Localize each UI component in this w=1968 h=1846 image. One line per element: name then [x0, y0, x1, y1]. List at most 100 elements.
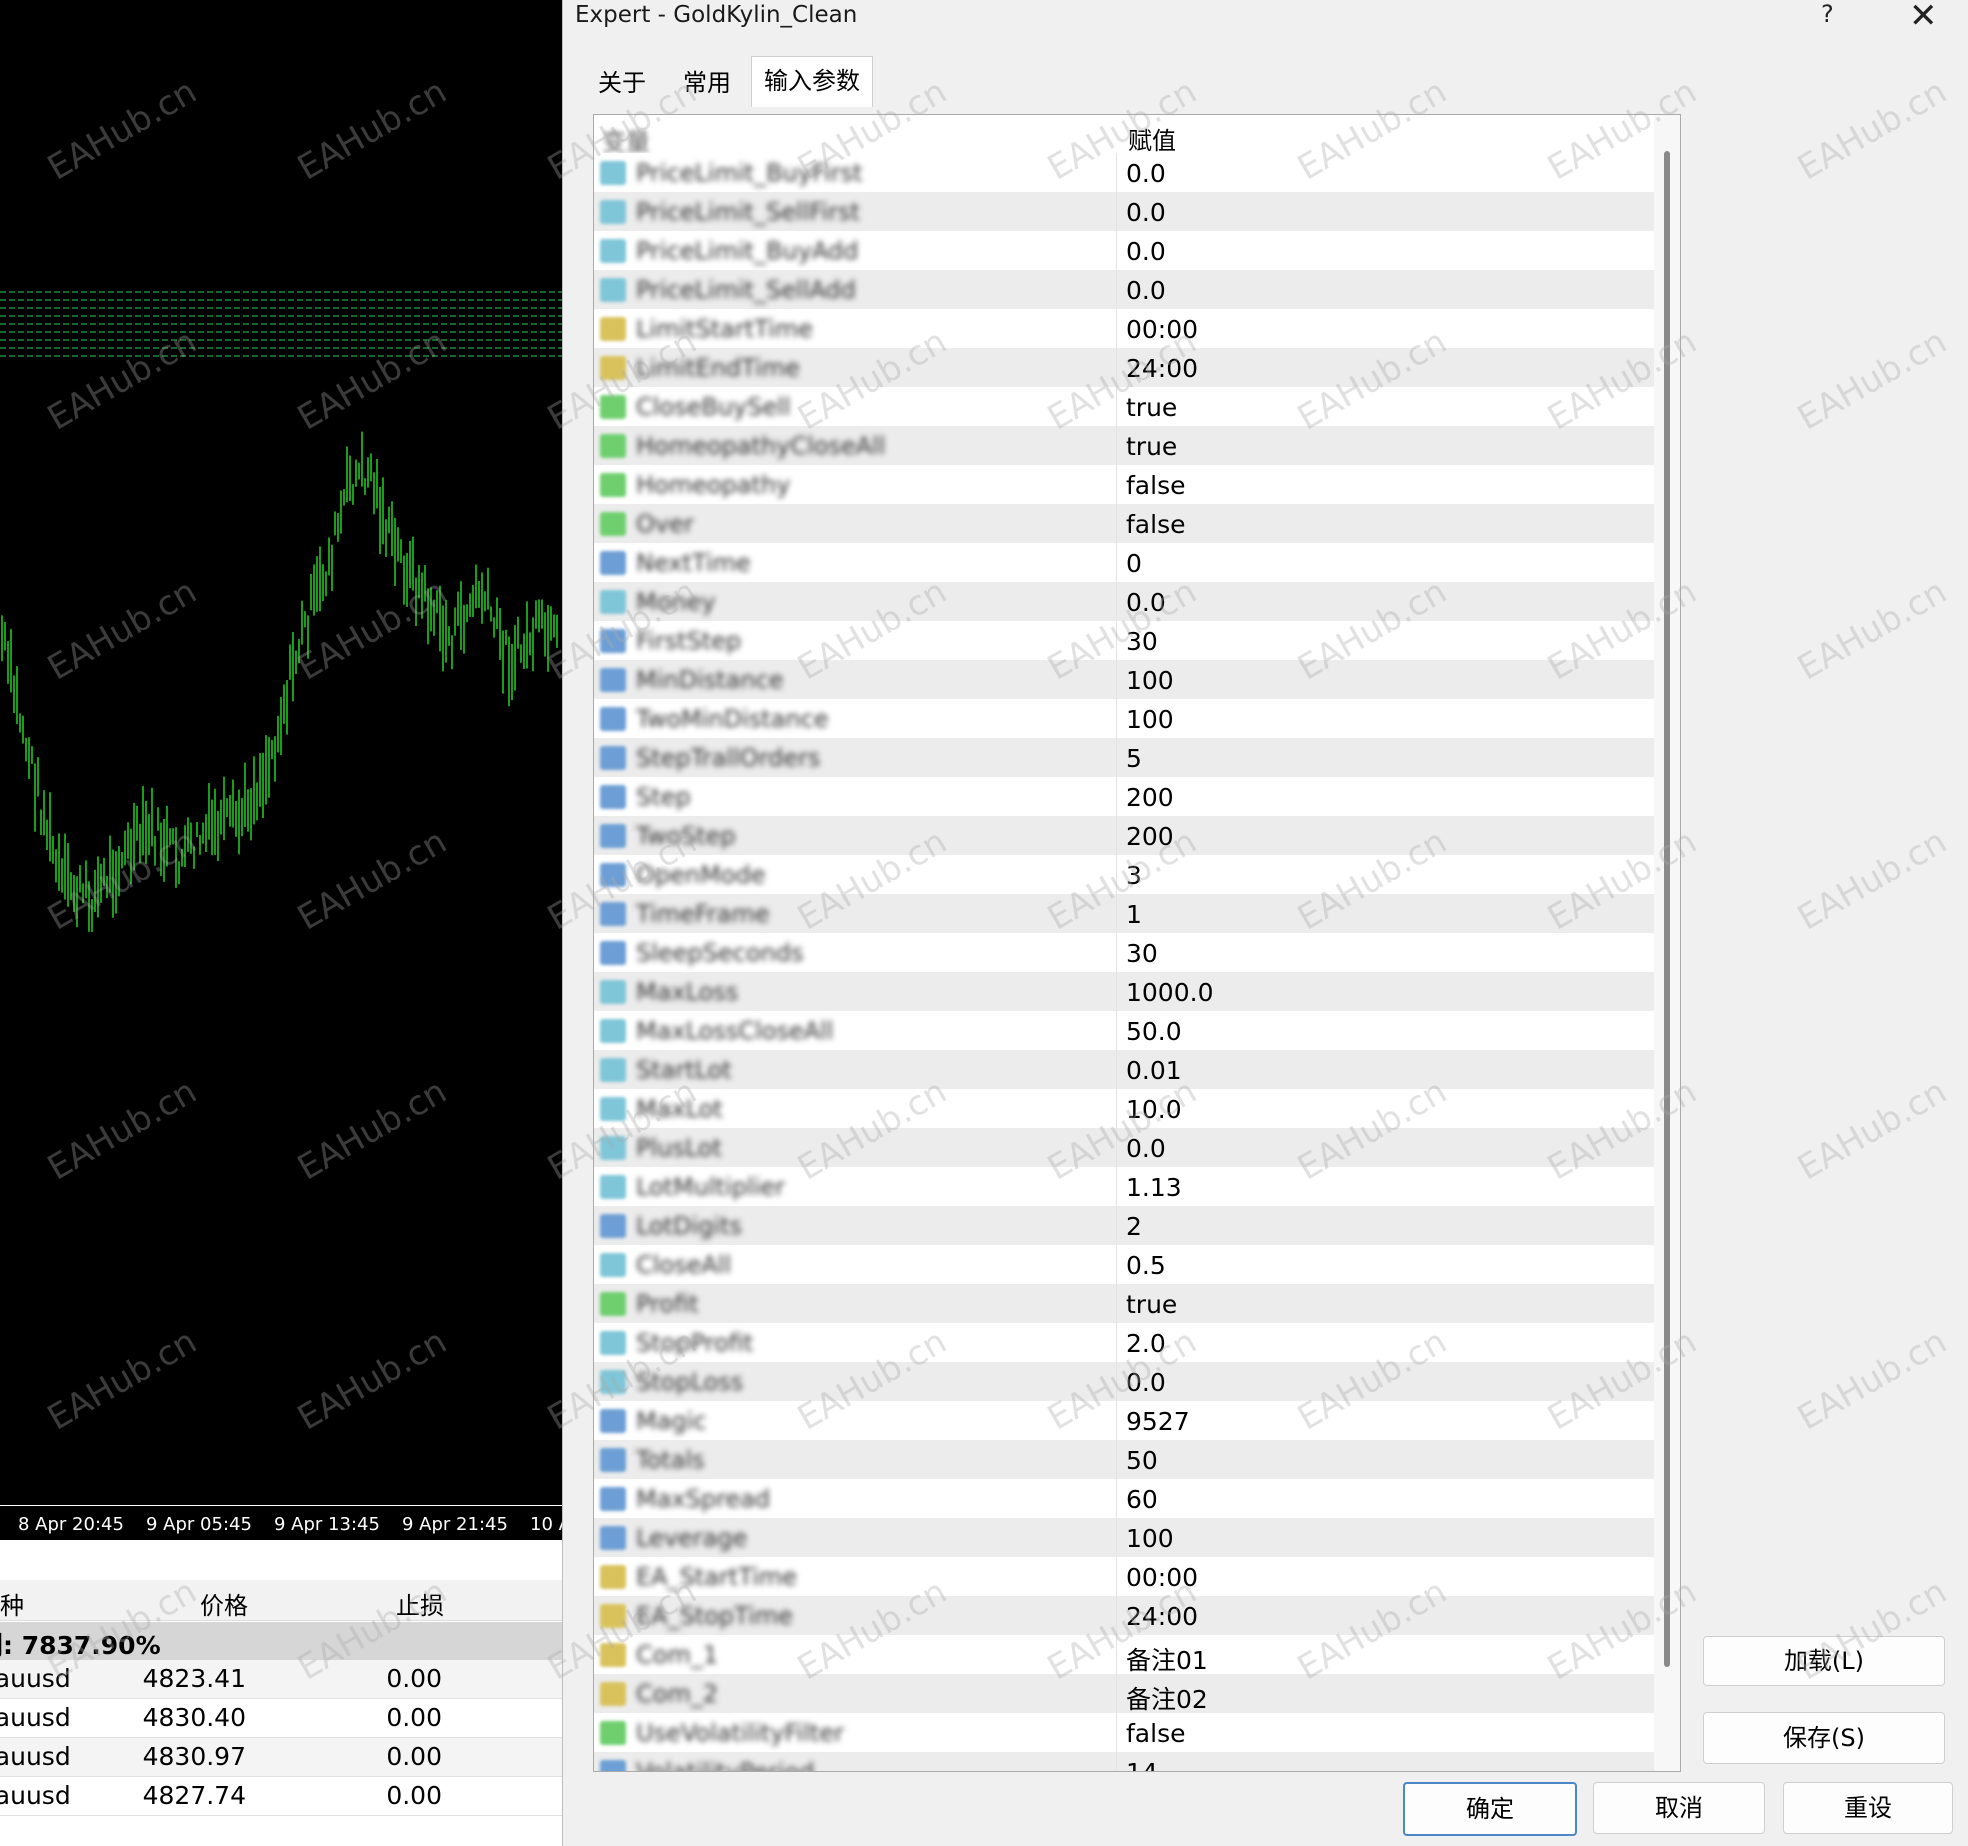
- scrollbar-thumb[interactable]: [1664, 151, 1670, 1667]
- parameter-value[interactable]: 0.0: [1126, 237, 1166, 266]
- parameter-value[interactable]: 00:00: [1126, 1563, 1198, 1592]
- parameter-value[interactable]: 14: [1126, 1758, 1158, 1771]
- parameter-value[interactable]: 200: [1126, 783, 1174, 812]
- vertical-scrollbar[interactable]: [1654, 115, 1680, 1771]
- col-symbol[interactable]: 品种: [0, 1586, 24, 1621]
- tab-about[interactable]: 关于: [581, 62, 663, 104]
- parameter-value[interactable]: 1.13: [1126, 1173, 1182, 1202]
- parameter-value[interactable]: 1000.0: [1126, 978, 1213, 1007]
- parameter-value[interactable]: true: [1126, 393, 1177, 422]
- parameter-row[interactable]: Com_1 备注01: [594, 1635, 1654, 1677]
- parameter-value[interactable]: 24:00: [1126, 1602, 1198, 1631]
- parameter-row[interactable]: Homeopathy false: [594, 465, 1654, 504]
- parameter-row[interactable]: Profit true: [594, 1284, 1654, 1323]
- parameter-value[interactable]: 100: [1126, 666, 1174, 695]
- parameter-value[interactable]: 0.0: [1126, 1134, 1166, 1163]
- parameter-value[interactable]: 0: [1126, 549, 1142, 578]
- parameter-row[interactable]: StartLot 0.01: [594, 1050, 1654, 1089]
- tab-inputs[interactable]: 输入参数: [751, 56, 873, 107]
- parameter-row[interactable]: UseVolatilityFilter false: [594, 1713, 1654, 1752]
- parameter-value[interactable]: false: [1126, 1719, 1185, 1748]
- parameter-row[interactable]: LotDigits 2: [594, 1206, 1654, 1245]
- parameter-value[interactable]: 50.0: [1126, 1017, 1182, 1046]
- parameter-row[interactable]: MaxLoss 1000.0: [594, 972, 1654, 1011]
- parameter-row[interactable]: Com_2 备注02: [594, 1674, 1654, 1716]
- close-icon[interactable]: ✕: [1909, 0, 1938, 36]
- parameter-row[interactable]: Leverage 100: [594, 1518, 1654, 1557]
- parameter-row[interactable]: Magic 9527: [594, 1401, 1654, 1440]
- parameter-row[interactable]: CloseAll 0.5: [594, 1245, 1654, 1284]
- parameter-value[interactable]: 200: [1126, 822, 1174, 851]
- parameter-value[interactable]: 24:00: [1126, 354, 1198, 383]
- parameter-value[interactable]: 2: [1126, 1212, 1142, 1241]
- parameter-value[interactable]: false: [1126, 510, 1185, 539]
- parameter-row[interactable]: NextTime 0: [594, 543, 1654, 582]
- cancel-button[interactable]: 取消: [1593, 1782, 1765, 1834]
- tab-common[interactable]: 常用: [663, 62, 751, 104]
- parameter-value[interactable]: 备注02: [1126, 1680, 1208, 1716]
- parameter-row[interactable]: CloseBuySell true: [594, 387, 1654, 426]
- reset-button[interactable]: 重设: [1783, 1782, 1953, 1834]
- save-button[interactable]: 保存(S): [1703, 1712, 1945, 1764]
- parameter-value[interactable]: false: [1126, 471, 1185, 500]
- parameter-value[interactable]: true: [1126, 432, 1177, 461]
- trade-row[interactable]: xauusd 4827.74 0.00: [0, 1777, 562, 1816]
- parameter-row[interactable]: Totals 50: [594, 1440, 1654, 1479]
- parameter-row[interactable]: TwoStep 200: [594, 816, 1654, 855]
- parameter-row[interactable]: VolatilityPeriod 14: [594, 1752, 1654, 1771]
- parameter-row[interactable]: SleepSeconds 30: [594, 933, 1654, 972]
- parameter-value[interactable]: 0.01: [1126, 1056, 1182, 1085]
- parameter-row[interactable]: MinDistance 100: [594, 660, 1654, 699]
- parameter-value[interactable]: 备注01: [1126, 1641, 1208, 1677]
- parameter-row[interactable]: MaxLossCloseAll 50.0: [594, 1011, 1654, 1050]
- parameter-value[interactable]: 100: [1126, 705, 1174, 734]
- price-chart[interactable]: 8 Apr 20:45 9 Apr 05:45 9 Apr 13:45 9 Ap…: [0, 0, 562, 1540]
- parameter-row[interactable]: TwoMinDistance 100: [594, 699, 1654, 738]
- parameter-value[interactable]: 10.0: [1126, 1095, 1182, 1124]
- parameter-value[interactable]: 100: [1126, 1524, 1174, 1553]
- parameter-value[interactable]: 0.0: [1126, 198, 1166, 227]
- parameter-row[interactable]: Over false: [594, 504, 1654, 543]
- parameter-row[interactable]: LimitStartTime 00:00: [594, 309, 1654, 348]
- parameter-row[interactable]: MaxLot 10.0: [594, 1089, 1654, 1128]
- parameter-value[interactable]: 60: [1126, 1485, 1158, 1514]
- parameter-row[interactable]: StopLoss 0.0: [594, 1362, 1654, 1401]
- parameter-value[interactable]: 1: [1126, 900, 1142, 929]
- parameter-row[interactable]: Money 0.0: [594, 582, 1654, 621]
- parameter-value[interactable]: 5: [1126, 744, 1142, 773]
- load-button[interactable]: 加载(L): [1703, 1636, 1945, 1686]
- parameter-value[interactable]: 0.5: [1126, 1251, 1166, 1280]
- parameter-row[interactable]: LotMultiplier 1.13: [594, 1167, 1654, 1206]
- parameter-row[interactable]: EA_StopTime 24:00: [594, 1596, 1654, 1635]
- parameter-row[interactable]: MaxSpread 60: [594, 1479, 1654, 1518]
- parameter-row[interactable]: HomeopathyCloseAll true: [594, 426, 1654, 465]
- column-value[interactable]: 赋值: [1128, 121, 1176, 156]
- parameter-value[interactable]: 2.0: [1126, 1329, 1166, 1358]
- parameter-row[interactable]: PriceLimit_BuyAdd 0.0: [594, 231, 1654, 270]
- parameter-row[interactable]: TimeFrame 1: [594, 894, 1654, 933]
- parameter-value[interactable]: 9527: [1126, 1407, 1190, 1436]
- parameter-value[interactable]: 00:00: [1126, 315, 1198, 344]
- parameter-value[interactable]: 0.0: [1126, 159, 1166, 188]
- parameter-value[interactable]: 30: [1126, 627, 1158, 656]
- col-price[interactable]: 价格: [200, 1586, 248, 1621]
- parameter-row[interactable]: PriceLimit_SellAdd 0.0: [594, 270, 1654, 309]
- parameter-value[interactable]: 30: [1126, 939, 1158, 968]
- parameter-row[interactable]: FirstStep 30: [594, 621, 1654, 660]
- parameter-row[interactable]: PlusLot 0.0: [594, 1128, 1654, 1167]
- trade-row[interactable]: xauusd 4823.41 0.00: [0, 1660, 562, 1699]
- parameter-row[interactable]: PriceLimit_SellFirst 0.0: [594, 192, 1654, 231]
- parameter-value[interactable]: 3: [1126, 861, 1142, 890]
- parameter-value[interactable]: true: [1126, 1290, 1177, 1319]
- parameter-row[interactable]: OpenMode 3: [594, 855, 1654, 894]
- parameter-value[interactable]: 0.0: [1126, 588, 1166, 617]
- parameter-row[interactable]: StepTrallOrders 5: [594, 738, 1654, 777]
- help-button[interactable]: ?: [1821, 0, 1834, 28]
- parameter-value[interactable]: 50: [1126, 1446, 1158, 1475]
- trade-row[interactable]: xauusd 4830.40 0.00: [0, 1699, 562, 1738]
- parameter-value[interactable]: 0.0: [1126, 1368, 1166, 1397]
- parameter-row[interactable]: Step 200: [594, 777, 1654, 816]
- ok-button[interactable]: 确定: [1403, 1782, 1577, 1836]
- parameter-value[interactable]: 0.0: [1126, 276, 1166, 305]
- parameter-row[interactable]: LimitEndTime 24:00: [594, 348, 1654, 387]
